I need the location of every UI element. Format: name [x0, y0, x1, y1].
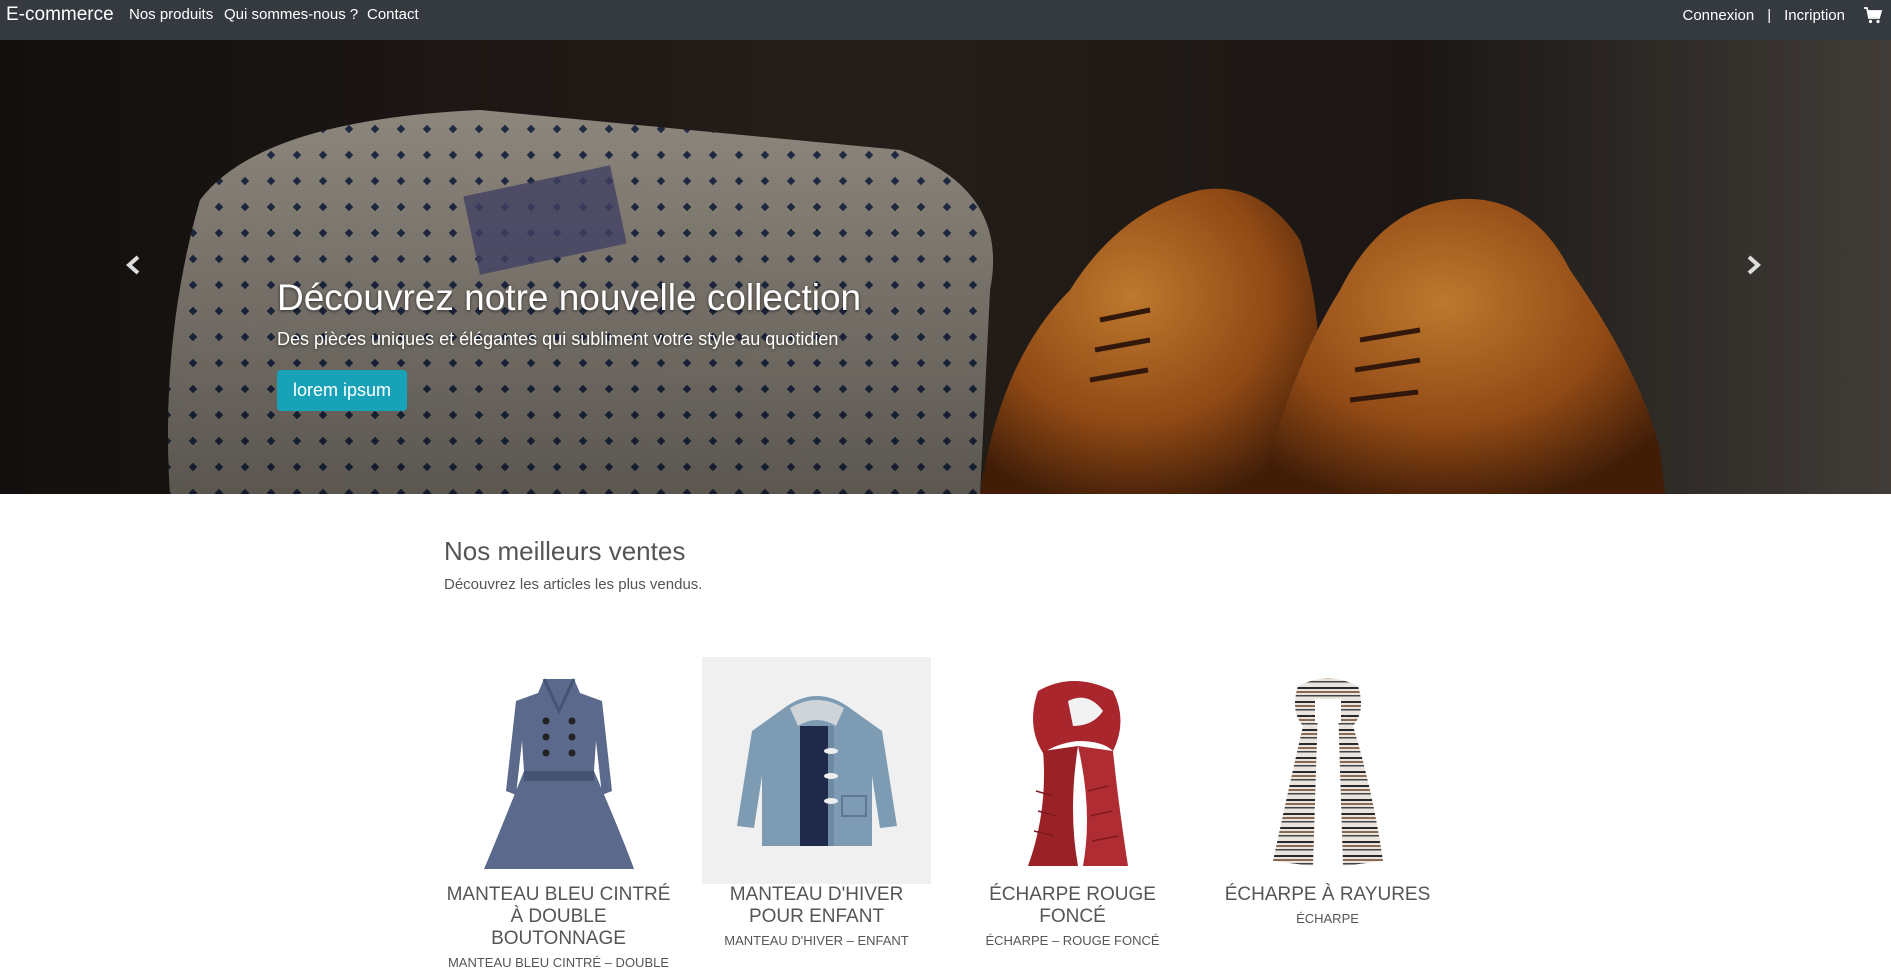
top-navbar: E-commerce Nos produits Qui sommes-nous …	[0, 0, 1891, 40]
product-desc: MANTEAU D'HIVER – ENFANT	[702, 933, 931, 948]
product-name: ÉCHARPE ROUGE FONCÉ	[958, 884, 1187, 928]
nav-account: Connexion | Incription	[1683, 6, 1891, 24]
product-card[interactable]: MANTEAU BLEU CINTRÉ À DOUBLE BOUTONNAGE …	[444, 657, 673, 970]
striped-scarf-icon	[1213, 657, 1442, 884]
product-card[interactable]: ÉCHARPE À RAYURES ÉCHARPE	[1213, 657, 1442, 926]
signup-link[interactable]: Incription	[1784, 7, 1845, 24]
product-name: ÉCHARPE À RAYURES	[1213, 884, 1442, 906]
nav-link-contact[interactable]: Contact	[367, 6, 419, 23]
nav-separator: |	[1767, 7, 1771, 24]
carousel-prev-button[interactable]	[114, 245, 154, 285]
hero-title: Découvrez notre nouvelle collection	[277, 277, 861, 319]
product-card[interactable]: MANTEAU D'HIVER POUR ENFANT MANTEAU D'HI…	[702, 657, 931, 948]
brand-link[interactable]: E-commerce	[6, 4, 114, 26]
hero-carousel: Découvrez notre nouvelle collection Des …	[0, 40, 1891, 494]
cart-icon[interactable]	[1863, 6, 1883, 24]
login-link[interactable]: Connexion	[1683, 7, 1755, 24]
chevron-left-icon	[114, 245, 154, 285]
hero-cta-button[interactable]: lorem ipsum	[277, 370, 407, 411]
product-card[interactable]: ÉCHARPE ROUGE FONCÉ ÉCHARPE – ROUGE FONC…	[958, 657, 1187, 948]
coat-icon	[444, 657, 673, 884]
product-desc: ÉCHARPE	[1213, 911, 1442, 926]
section-title: Nos meilleurs ventes	[444, 536, 685, 567]
red-scarf-icon	[958, 657, 1187, 884]
product-desc: MANTEAU BLEU CINTRÉ – DOUBLE	[444, 955, 673, 970]
product-desc: ÉCHARPE – ROUGE FONCÉ	[958, 933, 1187, 948]
kids-jacket-icon	[702, 657, 931, 884]
product-name: MANTEAU BLEU CINTRÉ À DOUBLE BOUTONNAGE	[444, 884, 673, 950]
hero-caption: Découvrez notre nouvelle collection Des …	[277, 277, 861, 411]
carousel-next-button[interactable]	[1733, 245, 1773, 285]
nav-link-products[interactable]: Nos produits	[129, 6, 213, 23]
hero-subtitle: Des pièces uniques et élégantes qui subl…	[277, 329, 861, 350]
nav-link-about[interactable]: Qui sommes-nous ?	[224, 6, 358, 23]
product-name: MANTEAU D'HIVER POUR ENFANT	[702, 884, 931, 928]
hero-background-image	[0, 40, 1891, 494]
section-subtitle: Découvrez les articles les plus vendus.	[444, 576, 702, 593]
chevron-right-icon	[1733, 245, 1773, 285]
